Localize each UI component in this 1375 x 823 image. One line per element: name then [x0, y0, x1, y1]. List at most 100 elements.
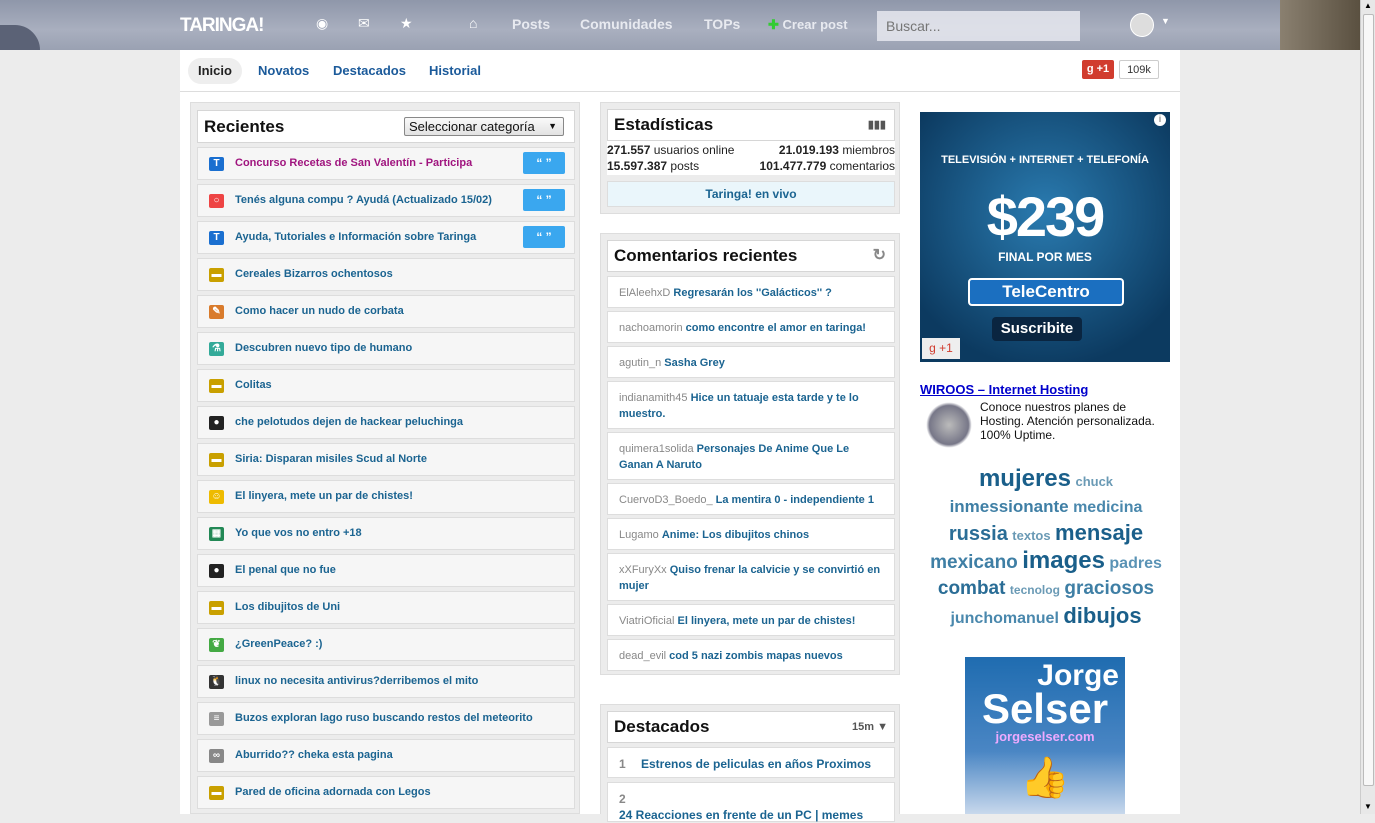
- comment-post-link[interactable]: cod 5 nazi zombis mapas nuevos: [669, 650, 843, 662]
- taringa-en-vivo-link[interactable]: Taringa! en vivo: [607, 181, 895, 207]
- post-list-item[interactable]: ☺ El linyera, mete un par de chistes!: [197, 480, 575, 513]
- post-title-link[interactable]: Yo que vos no entro +18: [235, 527, 362, 539]
- post-list-item[interactable]: 🐧 linux no necesita antivirus?derribemos …: [197, 665, 575, 698]
- post-title-link[interactable]: El linyera, mete un par de chistes!: [235, 490, 413, 502]
- comment-user[interactable]: xXFuryXx: [619, 564, 667, 576]
- post-list-item[interactable]: ▬ Colitas: [197, 369, 575, 402]
- post-title-link[interactable]: Los dibujitos de Uni: [235, 601, 340, 613]
- comment-post-link[interactable]: El linyera, mete un par de chistes!: [678, 615, 856, 627]
- chevron-down-icon[interactable]: ▼: [1161, 16, 1170, 26]
- post-list-item[interactable]: ❦ ¿GreenPeace? :): [197, 628, 575, 661]
- info-icon[interactable]: i: [1154, 114, 1166, 126]
- post-list-item[interactable]: ▦ Yo que vos no entro +18: [197, 517, 575, 550]
- nav-tops[interactable]: TOPs: [704, 16, 740, 32]
- post-title-link[interactable]: Ayuda, Tutoriales e Información sobre Ta…: [235, 231, 476, 243]
- tag-link[interactable]: mujeres: [979, 465, 1071, 492]
- tag-link[interactable]: mexicano: [930, 552, 1018, 573]
- tag-link[interactable]: mensaje: [1055, 520, 1143, 545]
- post-title-link[interactable]: linux no necesita antivirus?derribemos e…: [235, 675, 478, 687]
- sticky-quote-button[interactable]: “ ”: [523, 189, 565, 211]
- comment-user[interactable]: Lugamo: [619, 529, 659, 541]
- post-title-link[interactable]: Descubren nuevo tipo de humano: [235, 342, 412, 354]
- post-title-link[interactable]: Como hacer un nudo de corbata: [235, 305, 404, 317]
- comment-user[interactable]: quimera1solida: [619, 443, 694, 455]
- post-list-item[interactable]: ⚗ Descubren nuevo tipo de humano: [197, 332, 575, 365]
- post-list-item[interactable]: ∞ Aburrido?? cheka esta pagina: [197, 739, 575, 772]
- tab-destacados[interactable]: Destacados: [323, 58, 416, 84]
- post-list-item[interactable]: ▬ Siria: Disparan misiles Scud al Norte: [197, 443, 575, 476]
- post-list-item[interactable]: ▬ Pared de oficina adornada con Legos: [197, 776, 575, 809]
- tag-link[interactable]: combat: [938, 578, 1006, 599]
- scrollbar[interactable]: ▼ ▲: [1360, 0, 1375, 814]
- star-icon[interactable]: ★: [400, 15, 413, 32]
- comment-user[interactable]: ElAleehxD: [619, 287, 670, 299]
- tag-link[interactable]: textos: [1012, 528, 1050, 543]
- sticky-quote-button[interactable]: “ ”: [523, 226, 565, 248]
- tag-link[interactable]: chuck: [1075, 474, 1113, 489]
- destacado-item[interactable]: 1 Estrenos de peliculas en años Proximos: [607, 747, 895, 778]
- tag-link[interactable]: inmessionante: [950, 497, 1069, 516]
- post-title-link[interactable]: Concurso Recetas de San Valentín - Parti…: [235, 157, 472, 169]
- tag-link[interactable]: padres: [1109, 555, 1161, 572]
- eye-icon[interactable]: ◉: [316, 15, 328, 32]
- search-input[interactable]: [877, 11, 1080, 41]
- post-list-item[interactable]: ▬ Cereales Bizarros ochentosos: [197, 258, 575, 291]
- comment-post-link[interactable]: Regresarán los ''Galácticos'' ?: [673, 287, 831, 299]
- scroll-down-arrow[interactable]: ▼: [1364, 802, 1372, 811]
- scroll-up-arrow[interactable]: ▲: [1364, 1, 1372, 10]
- comment-user[interactable]: nachoamorin: [619, 322, 683, 334]
- comment-user[interactable]: dead_evil: [619, 650, 666, 662]
- taringa-logo[interactable]: TARINGA!: [180, 15, 264, 37]
- post-title-link[interactable]: Siria: Disparan misiles Scud al Norte: [235, 453, 427, 465]
- comment-user[interactable]: indianamith45: [619, 392, 688, 404]
- tag-link[interactable]: junchomanuel: [950, 610, 1058, 627]
- period-select[interactable]: 15m ▼: [852, 712, 888, 742]
- tab-historial[interactable]: Historial: [419, 58, 491, 84]
- tag-link[interactable]: medicina: [1073, 499, 1142, 516]
- tag-link[interactable]: russia: [949, 523, 1008, 545]
- comment-post-link[interactable]: La mentira 0 - independiente 1: [716, 494, 874, 506]
- post-list-item[interactable]: ● El penal que no fue: [197, 554, 575, 587]
- google-plus-button[interactable]: g +1: [922, 338, 960, 359]
- post-title-link[interactable]: Aburrido?? cheka esta pagina: [235, 749, 393, 761]
- comment-user[interactable]: CuervoD3_Boedo_: [619, 494, 713, 506]
- google-plus-button[interactable]: g +1: [1082, 60, 1114, 79]
- post-title-link[interactable]: El penal que no fue: [235, 564, 336, 576]
- post-list-item[interactable]: T Concurso Recetas de San Valentín - Part…: [197, 147, 575, 180]
- post-list-item[interactable]: T Ayuda, Tutoriales e Información sobre T…: [197, 221, 575, 254]
- tag-link[interactable]: tecnolog: [1010, 583, 1060, 597]
- comment-user[interactable]: ViatriOficial: [619, 615, 674, 627]
- scrollbar-thumb[interactable]: [1363, 14, 1374, 786]
- telecentro-ad[interactable]: i TELEVISIÓN + INTERNET + TELEFONÍA $239…: [920, 112, 1170, 362]
- mail-icon[interactable]: ✉: [358, 15, 370, 32]
- home-icon[interactable]: ⌂: [469, 15, 477, 31]
- post-title-link[interactable]: che pelotudos dejen de hackear peluching…: [235, 416, 463, 428]
- jorge-selser-ad[interactable]: Jorge Selser jorgeselser.com 👍: [965, 657, 1125, 814]
- post-list-item[interactable]: ○ Tenés alguna compu ? Ayudá (Actualizado…: [197, 184, 575, 217]
- post-title-link[interactable]: ¿GreenPeace? :): [235, 638, 322, 650]
- post-title-link[interactable]: Pared de oficina adornada con Legos: [235, 786, 431, 798]
- post-title-link[interactable]: Cereales Bizarros ochentosos: [235, 268, 393, 280]
- nav-posts[interactable]: Posts: [512, 16, 550, 32]
- avatar[interactable]: [1130, 13, 1154, 37]
- post-title-link[interactable]: Tenés alguna compu ? Ayudá (Actualizado …: [235, 194, 492, 206]
- post-list-item[interactable]: ● che pelotudos dejen de hackear peluchin…: [197, 406, 575, 439]
- tag-link[interactable]: images: [1022, 547, 1105, 574]
- tab-inicio[interactable]: Inicio: [188, 58, 242, 84]
- post-list-item[interactable]: ▬ Los dibujitos de Uni: [197, 591, 575, 624]
- create-post-button[interactable]: ✚ Crear post: [768, 17, 848, 33]
- refresh-icon[interactable]: ↻: [873, 241, 886, 271]
- bar-chart-icon[interactable]: ▮▮▮: [868, 110, 886, 140]
- nav-comunidades[interactable]: Comunidades: [580, 16, 673, 32]
- post-title-link[interactable]: Buzos exploran lago ruso buscando restos…: [235, 712, 533, 724]
- post-title-link[interactable]: Colitas: [235, 379, 272, 391]
- category-select[interactable]: Seleccionar categoría ▼: [404, 117, 564, 136]
- wiroos-ad-link[interactable]: WIROOS – Internet Hosting: [920, 382, 1170, 397]
- comment-post-link[interactable]: Anime: Los dibujitos chinos: [662, 529, 809, 541]
- destacado-item[interactable]: 2 24 Reacciones en frente de un PC | meme…: [607, 782, 895, 822]
- comment-post-link[interactable]: como encontre el amor en taringa!: [686, 322, 866, 334]
- tag-link[interactable]: dibujos: [1063, 603, 1141, 628]
- sticky-quote-button[interactable]: “ ”: [523, 152, 565, 174]
- post-list-item[interactable]: ≡ Buzos exploran lago ruso buscando resto…: [197, 702, 575, 735]
- comment-user[interactable]: agutin_n: [619, 357, 661, 369]
